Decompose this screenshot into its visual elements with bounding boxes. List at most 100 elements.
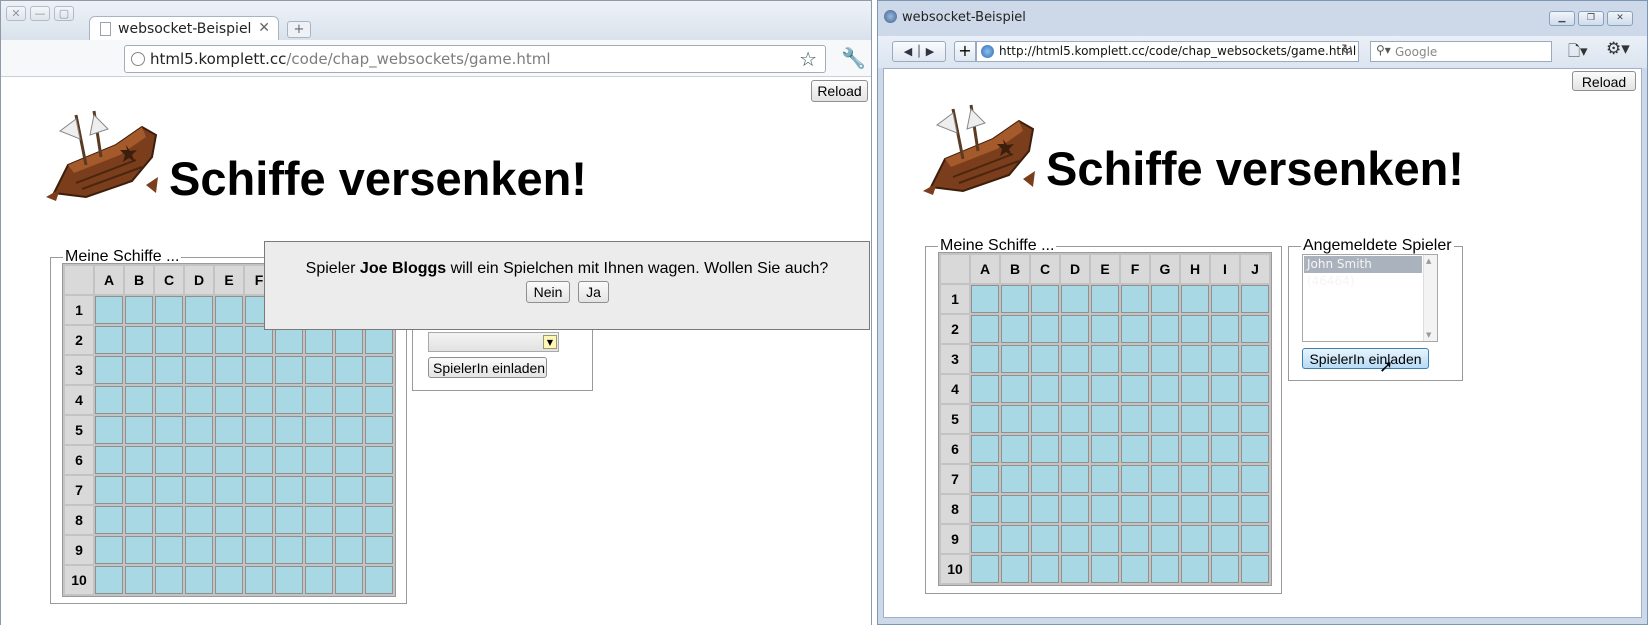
grid-cell[interactable] (275, 476, 303, 504)
grid-cell[interactable] (95, 296, 123, 324)
grid-cell[interactable] (1121, 555, 1149, 583)
grid-cell[interactable] (155, 506, 183, 534)
grid-cell[interactable] (1211, 375, 1239, 403)
page-menu-icon[interactable]: 🗋▾ (1568, 41, 1588, 66)
grid-cell[interactable] (125, 326, 153, 354)
grid-cell[interactable] (1091, 555, 1119, 583)
grid-cell[interactable] (155, 446, 183, 474)
grid-cell[interactable] (215, 326, 243, 354)
grid-cell[interactable] (1151, 555, 1179, 583)
grid-cell[interactable] (365, 536, 393, 564)
grid-cell[interactable] (305, 476, 333, 504)
grid-cell[interactable] (1091, 285, 1119, 313)
grid-cell[interactable] (1121, 315, 1149, 343)
grid-cell[interactable] (1151, 495, 1179, 523)
grid-cell[interactable] (1181, 285, 1209, 313)
grid-cell[interactable] (1091, 495, 1119, 523)
grid-cell[interactable] (335, 356, 363, 384)
grid-cell[interactable] (365, 446, 393, 474)
grid-cell[interactable] (185, 506, 213, 534)
grid-cell[interactable] (215, 356, 243, 384)
grid-cell[interactable] (1211, 435, 1239, 463)
grid-cell[interactable] (245, 356, 273, 384)
close-tab-icon[interactable]: ✕ (258, 20, 270, 36)
grid-cell[interactable] (971, 285, 999, 313)
grid-cell[interactable] (1031, 345, 1059, 373)
grid-cell[interactable] (1151, 465, 1179, 493)
grid-cell[interactable] (125, 566, 153, 594)
grid-cell[interactable] (1151, 315, 1179, 343)
grid-cell[interactable] (215, 416, 243, 444)
grid-cell[interactable] (95, 326, 123, 354)
grid-cell[interactable] (95, 416, 123, 444)
grid-cell[interactable] (185, 296, 213, 324)
grid-cell[interactable] (1211, 465, 1239, 493)
grid-cell[interactable] (1001, 375, 1029, 403)
grid-cell[interactable] (95, 506, 123, 534)
grid-cell[interactable] (1061, 375, 1089, 403)
grid-cell[interactable] (275, 446, 303, 474)
grid-cell[interactable] (1091, 375, 1119, 403)
grid-cell[interactable] (185, 566, 213, 594)
grid-cell[interactable] (1181, 375, 1209, 403)
grid-cell[interactable] (1001, 315, 1029, 343)
grid-cell[interactable] (1031, 525, 1059, 553)
grid-cell[interactable] (185, 356, 213, 384)
grid-cell[interactable] (971, 345, 999, 373)
grid-cell[interactable] (1031, 375, 1059, 403)
grid-cell[interactable] (1061, 315, 1089, 343)
grid-cell[interactable] (1211, 405, 1239, 433)
grid-cell[interactable] (365, 476, 393, 504)
search-input[interactable]: ⚲▾ Google (1370, 41, 1552, 62)
grid-cell[interactable] (1091, 345, 1119, 373)
grid-cell[interactable] (335, 416, 363, 444)
grid-cell[interactable] (1091, 465, 1119, 493)
minimize-window-icon[interactable]: — (30, 6, 50, 21)
grid-cell[interactable] (1061, 285, 1089, 313)
grid-cell[interactable] (215, 296, 243, 324)
restore-window-icon[interactable]: ❐ (1578, 11, 1604, 26)
grid-cell[interactable] (1091, 435, 1119, 463)
grid-cell[interactable] (1031, 555, 1059, 583)
grid-cell[interactable] (971, 495, 999, 523)
grid-cell[interactable] (971, 375, 999, 403)
grid-cell[interactable] (155, 386, 183, 414)
grid-cell[interactable] (1211, 345, 1239, 373)
grid-cell[interactable] (1001, 465, 1029, 493)
grid-cell[interactable] (1031, 435, 1059, 463)
grid-cell[interactable] (1241, 375, 1269, 403)
grid-cell[interactable] (185, 386, 213, 414)
grid-cell[interactable] (125, 476, 153, 504)
grid-cell[interactable] (971, 435, 999, 463)
grid-cell[interactable] (305, 536, 333, 564)
grid-cell[interactable] (95, 386, 123, 414)
grid-cell[interactable] (215, 476, 243, 504)
grid-cell[interactable] (215, 536, 243, 564)
grid-cell[interactable] (1151, 375, 1179, 403)
grid-cell[interactable] (971, 525, 999, 553)
grid-cell[interactable] (125, 386, 153, 414)
players-listbox[interactable]: John Smith (46464) ▲ ▼ (1302, 254, 1438, 342)
reload-icon[interactable]: ↻ (1341, 42, 1353, 58)
grid-cell[interactable] (95, 566, 123, 594)
listbox-scrollbar[interactable]: ▲ ▼ (1423, 255, 1437, 341)
grid-cell[interactable] (1121, 345, 1149, 373)
grid-cell[interactable] (185, 326, 213, 354)
reload-button[interactable]: Reload (1572, 71, 1636, 91)
decline-button[interactable]: Nein (526, 281, 570, 303)
grid-cell[interactable] (155, 296, 183, 324)
minimize-window-icon[interactable]: ▁ (1549, 11, 1575, 26)
grid-cell[interactable] (125, 506, 153, 534)
grid-cell[interactable] (1121, 465, 1149, 493)
grid-cell[interactable] (1061, 345, 1089, 373)
grid-cell[interactable] (1091, 405, 1119, 433)
scroll-down-icon[interactable]: ▼ (1426, 331, 1431, 339)
grid-cell[interactable] (1061, 525, 1089, 553)
grid-cell[interactable] (305, 446, 333, 474)
grid-cell[interactable] (1241, 285, 1269, 313)
grid-cell[interactable] (1211, 315, 1239, 343)
grid-cell[interactable] (1151, 285, 1179, 313)
grid-cell[interactable] (95, 536, 123, 564)
grid-cell[interactable] (1061, 405, 1089, 433)
grid-cell[interactable] (155, 356, 183, 384)
